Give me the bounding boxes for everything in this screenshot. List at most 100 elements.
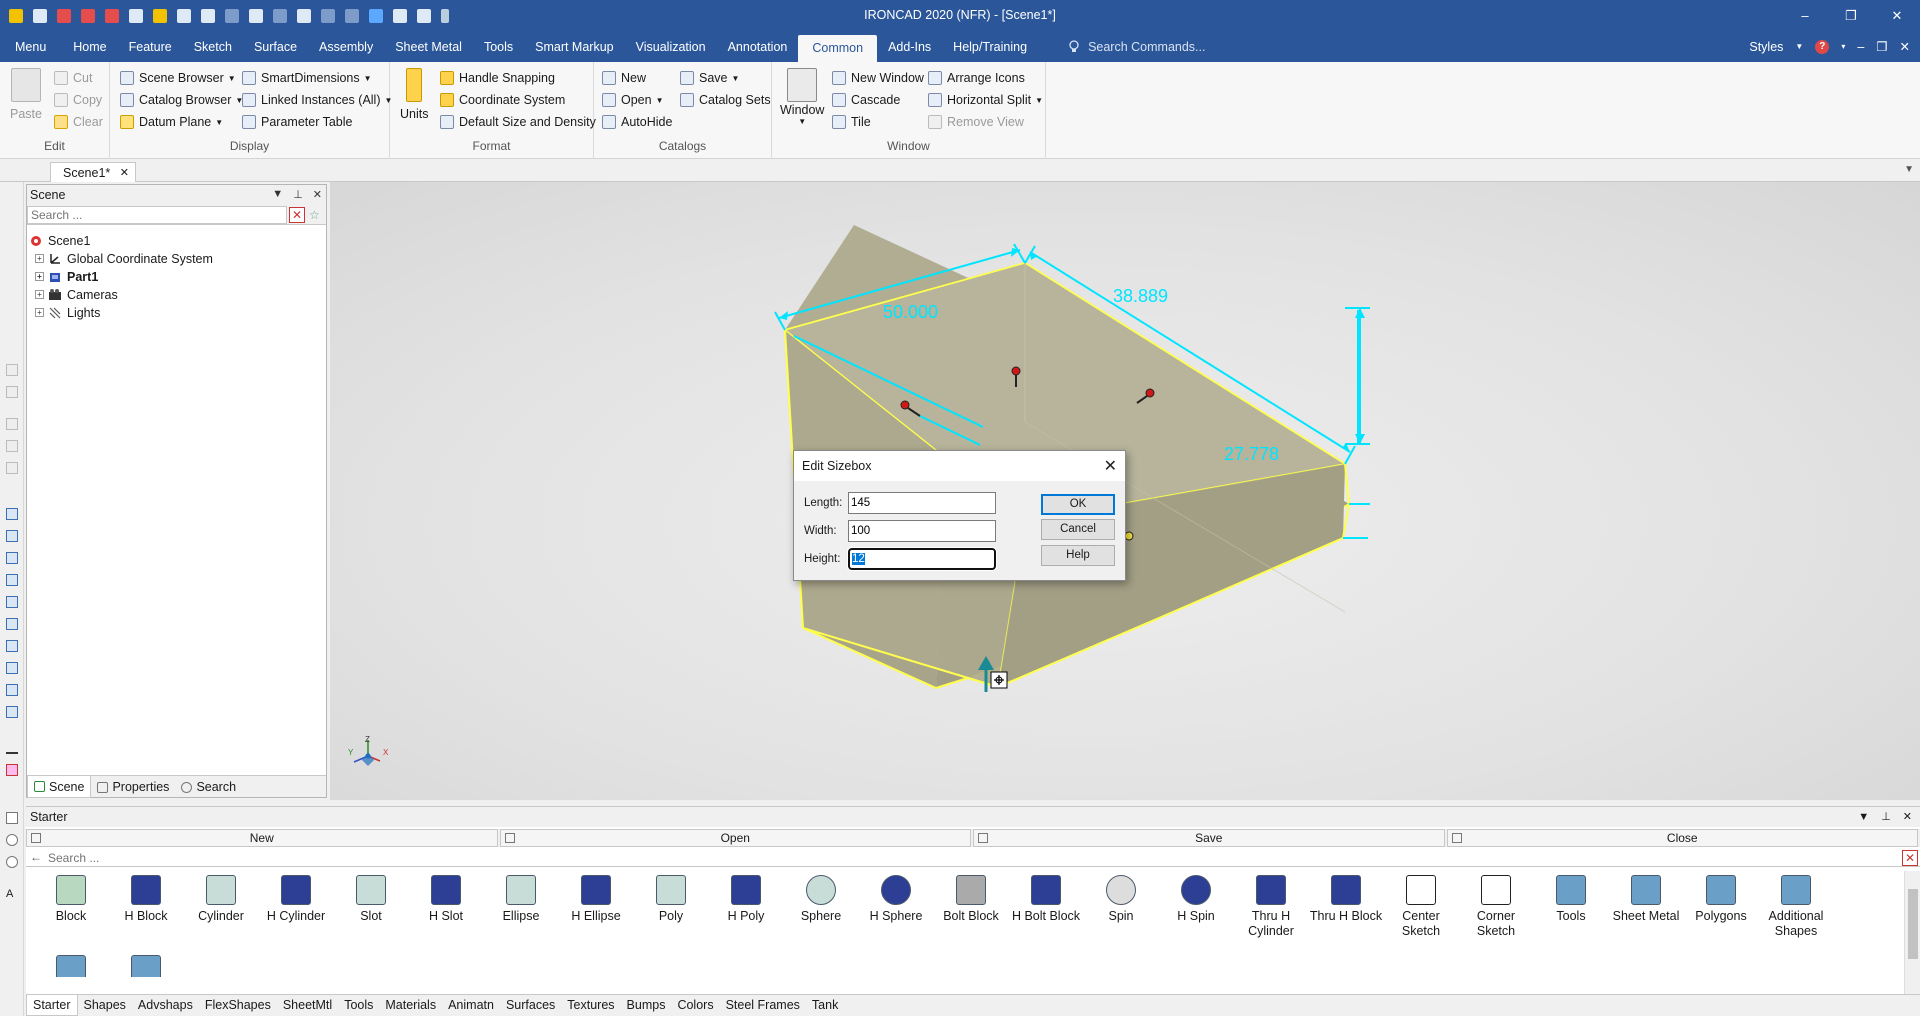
catalog-search-input[interactable] xyxy=(26,849,1896,866)
catalog-item[interactable]: Slot xyxy=(334,875,408,924)
page-icon[interactable] xyxy=(393,8,407,23)
catalog-item[interactable]: Sheet Metal xyxy=(1609,875,1683,924)
tab-scene[interactable]: Scene xyxy=(27,776,92,798)
sizebox-handle[interactable] xyxy=(1124,531,1134,541)
render-icon[interactable] xyxy=(345,8,359,23)
styles-chevron-icon[interactable]: ▼ xyxy=(1795,42,1803,51)
catalog-item[interactable]: Additional Shapes xyxy=(1759,875,1833,939)
measure-tool-icon[interactable] xyxy=(6,742,18,754)
doc-close-button[interactable]: ✕ xyxy=(1900,39,1910,54)
panel-close-icon[interactable]: ✕ xyxy=(313,188,322,201)
tree-node-global-coordinate-system[interactable]: + Global Coordinate System xyxy=(35,250,213,267)
tab-surface[interactable]: Surface xyxy=(243,31,308,62)
dialog-close-icon[interactable]: ✕ xyxy=(1104,456,1117,476)
clear-button[interactable]: Clear xyxy=(54,112,103,132)
close-tab-icon[interactable]: ✕ xyxy=(120,166,129,179)
tree-node-cameras[interactable]: + Cameras xyxy=(35,286,118,303)
clear-catalog-search-icon[interactable]: ✕ xyxy=(1902,850,1918,866)
catalog-tab[interactable]: SheetMtl xyxy=(277,995,338,1016)
tab-annotation[interactable]: Annotation xyxy=(717,31,799,62)
shape-tool-icon[interactable] xyxy=(6,812,18,824)
close-file-icon[interactable] xyxy=(81,8,95,23)
edge-tool-icon[interactable] xyxy=(6,552,18,564)
cancel-button[interactable]: Cancel xyxy=(1041,519,1115,540)
mirror-tool-icon[interactable] xyxy=(6,706,18,718)
pin-tool-icon[interactable] xyxy=(6,764,18,776)
catalog-save-button[interactable]: Save ▼ xyxy=(680,68,739,88)
height-field[interactable] xyxy=(847,547,997,571)
search-filter-icon[interactable]: ☆ xyxy=(309,208,323,222)
expand-icon[interactable]: + xyxy=(35,272,44,281)
expand-icon[interactable]: + xyxy=(35,308,44,317)
catalog-tab[interactable]: Tools xyxy=(338,995,379,1016)
chamfer-tool-icon[interactable] xyxy=(6,574,18,586)
rotate-tool-icon[interactable] xyxy=(6,834,18,846)
tab-sketch[interactable]: Sketch xyxy=(183,31,243,62)
folder-icon[interactable] xyxy=(153,8,167,23)
default-size-button[interactable]: Default Size and Density xyxy=(440,112,596,132)
catalog-item[interactable]: Center Sketch xyxy=(1384,875,1458,939)
options-chevron-icon[interactable]: ▾ xyxy=(1841,42,1845,51)
arrange-icons-button[interactable]: Arrange Icons xyxy=(928,68,1025,88)
catalog-item[interactable]: Settings xyxy=(109,955,183,977)
catalog-tab[interactable]: Advshaps xyxy=(132,995,199,1016)
save-icon[interactable] xyxy=(177,8,191,23)
catalog-item[interactable]: Tools xyxy=(1534,875,1608,924)
help-icon[interactable]: ? xyxy=(1815,39,1830,54)
width-dimension[interactable]: 38.889 xyxy=(1113,286,1168,306)
tree-node-scene[interactable]: Scene1 xyxy=(29,232,90,249)
catalog-item[interactable]: Polygons xyxy=(1684,875,1758,924)
panel-menu-chevron-icon[interactable]: ▼ xyxy=(272,188,283,201)
tab-search[interactable]: Search xyxy=(175,776,242,798)
catalog-new-button[interactable]: New xyxy=(602,68,646,88)
text-tool-icon[interactable]: A xyxy=(6,888,18,900)
handle-snapping-button[interactable]: Handle Snapping xyxy=(440,68,555,88)
catalog-save-button[interactable]: Save xyxy=(973,829,1445,847)
doc-minimize-button[interactable]: – xyxy=(1857,40,1864,54)
catalog-item[interactable]: Sphere xyxy=(784,875,858,924)
cut-button[interactable]: Cut xyxy=(54,68,92,88)
tree-node-part1[interactable]: + Part1 xyxy=(35,268,98,285)
no-tool-icon[interactable] xyxy=(6,856,18,868)
tab-home[interactable]: Home xyxy=(62,31,117,62)
catalog-item[interactable]: Thru H Block xyxy=(1309,875,1383,924)
catalog-item[interactable]: Cylinder xyxy=(184,875,258,924)
scrollbar-thumb[interactable] xyxy=(1908,889,1918,959)
table-icon[interactable] xyxy=(417,8,431,23)
autohide-button[interactable]: AutoHide xyxy=(602,112,672,132)
tab-add-ins[interactable]: Add-Ins xyxy=(877,31,942,62)
copy-button[interactable]: Copy xyxy=(54,90,102,110)
expand-icon[interactable]: + xyxy=(35,290,44,299)
coordinate-system-button[interactable]: Coordinate System xyxy=(440,90,565,110)
customize-qat-icon[interactable] xyxy=(441,8,449,23)
catalog-browser-button[interactable]: Catalog Browser ▼ xyxy=(120,90,243,110)
catalog-tab[interactable]: Surfaces xyxy=(500,995,561,1016)
properties-icon[interactable] xyxy=(225,8,239,23)
length-field[interactable] xyxy=(848,492,996,514)
catalog-item[interactable]: H Cylinder xyxy=(259,875,333,924)
remove-view-button[interactable]: Remove View xyxy=(928,112,1024,132)
close-button[interactable]: ✕ xyxy=(1874,0,1920,31)
doc-restore-button[interactable]: ❐ xyxy=(1876,39,1887,54)
catalog-menu-chevron-icon[interactable]: ▼ xyxy=(1858,807,1869,827)
catalog-item[interactable]: Thru H Cylinder xyxy=(1234,875,1308,939)
catalog-open-button[interactable]: Open ▼ xyxy=(602,90,664,110)
tab-list-chevron-icon[interactable]: ▼ xyxy=(1904,164,1914,175)
catalog-sets-button[interactable]: Catalog Sets xyxy=(680,90,771,110)
panel-pin-icon[interactable]: ⊥ xyxy=(293,188,303,201)
email-icon[interactable] xyxy=(129,8,143,23)
catalog-tab[interactable]: Shapes xyxy=(78,995,132,1016)
tab-feature[interactable]: Feature xyxy=(118,31,183,62)
catalog-item[interactable]: Ellipse xyxy=(484,875,558,924)
catalog-item[interactable]: H Slot xyxy=(409,875,483,924)
catalog-close-icon[interactable]: ✕ xyxy=(1903,807,1912,827)
horizontal-split-button[interactable]: Horizontal Split ▼ xyxy=(928,90,1043,110)
catalog-tab[interactable]: Bumps xyxy=(621,995,672,1016)
cascade-button[interactable]: Cascade xyxy=(832,90,900,110)
shell-tool-icon[interactable] xyxy=(6,508,18,520)
draft-tool-icon[interactable] xyxy=(6,618,18,630)
catalog-item[interactable]: H Poly xyxy=(709,875,783,924)
catalog-item[interactable]: Spin xyxy=(1084,875,1158,924)
catalog-tab[interactable]: Textures xyxy=(561,995,620,1016)
spin-tool-icon[interactable] xyxy=(6,386,18,398)
